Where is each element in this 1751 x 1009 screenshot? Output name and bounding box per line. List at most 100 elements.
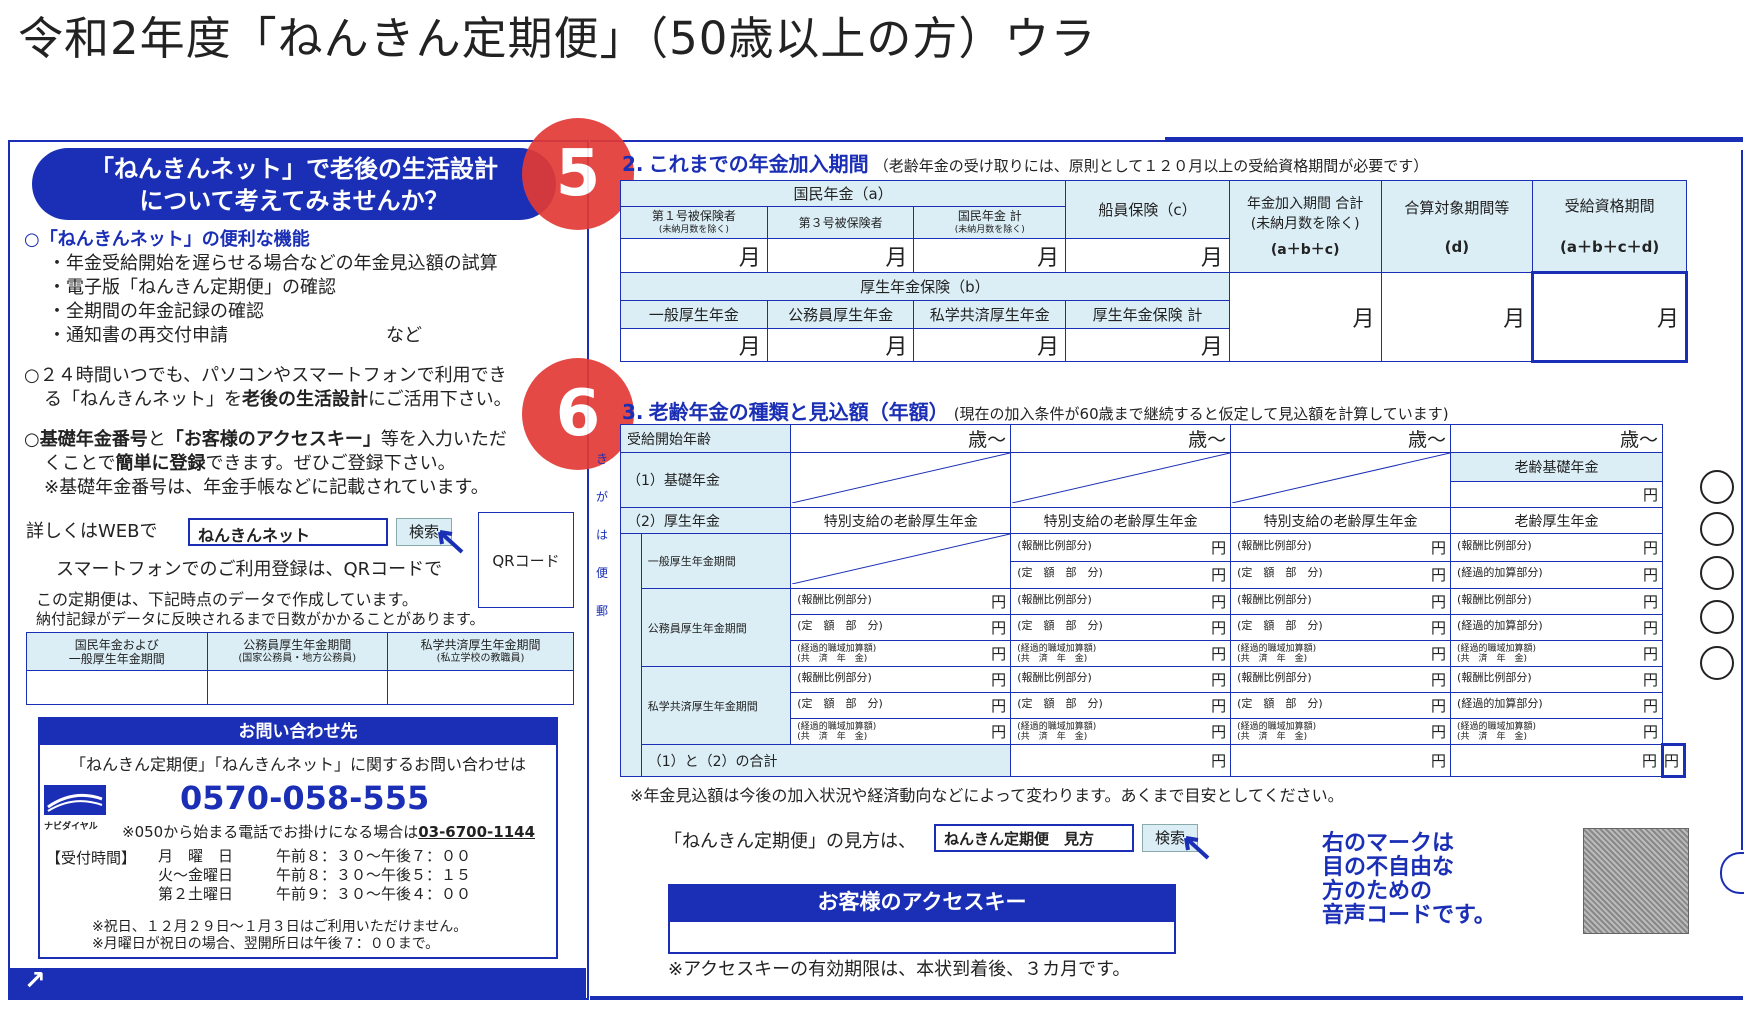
howto-label: 「ねんきん定期便」の見方は、 bbox=[664, 831, 916, 852]
ippan-slash-cell bbox=[790, 533, 1012, 589]
data-col-2-line2: (国家公務員・地方公務員) bbox=[238, 652, 357, 664]
shigaku-4-keika: (経過的加算部分) 円 bbox=[1450, 692, 1663, 719]
smartphone-text: スマートフォンでのご利用登録は、QRコードで bbox=[56, 559, 443, 580]
shigaku-3-shokuiki: 円 (経過的職域加算額) (共 済 年 金) bbox=[1230, 718, 1452, 745]
total-label-1: 年金加入期間 合計 bbox=[1246, 195, 1364, 212]
p3-line1: ○基礎年金番号と「お客様のアクセスキー」等を入力いただ bbox=[24, 428, 507, 451]
alt-phone-number[interactable]: 03-6700-1144 bbox=[418, 823, 535, 841]
ippan-3-hoshu-yen: 円 bbox=[1431, 538, 1447, 557]
ippan-2-hoshu-label: (報酬比例部分) bbox=[1017, 538, 1092, 552]
kosei-col1: 一般厚生年金 bbox=[620, 300, 768, 329]
hours-label: 【受付時間】 bbox=[46, 849, 137, 867]
data-col-3: 私学共済厚生年金期間 (私立学校の教職員) bbox=[387, 632, 574, 671]
komuin-3-hoshu-yen: 円 bbox=[1431, 593, 1447, 611]
total-yen-1: 円 bbox=[1010, 744, 1232, 777]
shigaku-3-hoshu-yen: 円 bbox=[1431, 671, 1447, 689]
kokumin-col1-label: 第１号被保険者 bbox=[651, 208, 736, 223]
navi-dial-label: ナビダイヤル bbox=[44, 822, 98, 832]
komuin-2-teigaku-label: (定 額 部 分) bbox=[1017, 619, 1103, 632]
shigaku-2-teigaku-yen: 円 bbox=[1211, 697, 1227, 715]
phone-number[interactable]: 0570-058-555 bbox=[180, 779, 429, 817]
qr-code-placeholder: QRコード bbox=[478, 512, 574, 608]
data-col-1-line1: 国民年金および bbox=[74, 637, 159, 652]
slash-4 bbox=[791, 533, 1010, 585]
komuin-4-shokuiki-l2: (共 済 年 金) bbox=[1457, 653, 1528, 664]
headline-line2: について考えてみませんか？ bbox=[139, 187, 449, 215]
kosei-month-4: 月 bbox=[1065, 328, 1230, 362]
alt-phone-note: ※050から始まる電話でお掛けになる場合は bbox=[122, 823, 419, 841]
komuin-2-shokuiki: 円 (経過的職域加算額) (共 済 年 金) bbox=[1010, 640, 1232, 667]
hours-days: 月 曜 日 火～金曜日 第２土曜日 bbox=[158, 847, 233, 904]
kiso-cell-2 bbox=[1010, 452, 1232, 508]
shigaku-label: 私学共済厚生年金期間 bbox=[640, 666, 792, 745]
hours-day-2: 火～金曜日 bbox=[158, 866, 234, 884]
komuin-1-hoshu: (報酬比例部分) 円 bbox=[790, 588, 1012, 615]
hours-day-3: 第２土曜日 bbox=[158, 885, 234, 903]
komuin-3-teigaku-yen: 円 bbox=[1431, 619, 1447, 637]
komuin-3-teigaku-label: (定 額 部 分) bbox=[1237, 619, 1323, 632]
total-yen-2: 円 bbox=[1230, 744, 1452, 777]
komuin-1-shokuiki: 円 (経過的職域加算額) (共 済 年 金) bbox=[790, 640, 1012, 667]
komuin-1-teigaku-label: (定 額 部 分) bbox=[797, 619, 883, 632]
shigaku-2-teigaku: (定 額 部 分) 円 bbox=[1010, 692, 1232, 719]
target-header: 合算対象期間等 (d) bbox=[1380, 180, 1534, 273]
qual-formula: (a＋b＋c＋d) bbox=[1560, 238, 1660, 256]
komuin-3-shokuiki-l1: (経過的職域加算額) bbox=[1237, 643, 1317, 654]
qual-header: 受給資格期間 (a＋b＋c＋d) bbox=[1532, 180, 1687, 273]
komuin-4-hoshu: (報酬比例部分) 円 bbox=[1450, 588, 1663, 615]
ippan-3-hoshu-label: (報酬比例部分) bbox=[1237, 538, 1312, 552]
total-month-cell: 月 bbox=[1228, 272, 1382, 362]
ippan-2-teigaku: (定 額 部 分) 円 bbox=[1010, 560, 1232, 589]
tokubetsu-header-1: 特別支給の老齢厚生年金 bbox=[790, 507, 1012, 534]
section2-note: （老齢年金の受け取りには、原則として１２０月以上の受給資格期間が必要です） bbox=[873, 157, 1429, 175]
data-cell-3 bbox=[387, 670, 574, 705]
section3-number: 3. bbox=[622, 400, 644, 424]
data-col-1-line2: 一般厚生年金期間 bbox=[68, 651, 165, 666]
shigaku-3-teigaku: (定 額 部 分) 円 bbox=[1230, 692, 1452, 719]
headline-bubble: 「ねんきんネット」で老後の生活設計 について考えてみませんか？ bbox=[32, 148, 556, 220]
total-formula: (a＋b＋c) bbox=[1270, 241, 1340, 258]
kokumin-col3: 国民年金 計 (未納月数を除く) bbox=[913, 206, 1067, 239]
ippan-4-keika-label: (経過的加算部分) bbox=[1457, 566, 1543, 580]
komuin-4-shokuiki: 円 (経過的職域加算額) (共 済 年 金) bbox=[1450, 640, 1663, 667]
section3-heading: 3. 老齢年金の種類と見込額（年額） (現在の加入条件が60歳まで継続すると仮定… bbox=[622, 396, 1449, 425]
web-search-input[interactable]: ねんきんネット bbox=[188, 518, 388, 546]
komuin-4-hoshu-yen: 円 bbox=[1642, 593, 1658, 611]
komuin-3-hoshu-label: (報酬比例部分) bbox=[1237, 593, 1312, 606]
month-cell-1: 月 bbox=[620, 238, 768, 273]
kokumin-col1-sub: (未納月数を除く) bbox=[658, 224, 729, 235]
shigaku-3-hoshu: (報酬比例部分) 円 bbox=[1230, 666, 1452, 693]
voice-code-text: 右のマークは 目の不自由な 方のための 音声コードです。 bbox=[1322, 832, 1496, 928]
side-text: き が は 便 郵 bbox=[596, 452, 621, 618]
komuin-3-shokuiki: 円 (経過的職域加算額) (共 済 年 金) bbox=[1230, 640, 1452, 667]
howto-search-input[interactable]: ねんきん定期便 見方 bbox=[934, 824, 1134, 852]
feature-3: ・全期間の年金記録の確認 bbox=[48, 301, 264, 322]
komuin-2-hoshu-yen: 円 bbox=[1211, 593, 1227, 611]
total-yen-4: 円 bbox=[1660, 743, 1687, 778]
komuin-2-teigaku-yen: 円 bbox=[1211, 619, 1227, 637]
shigaku-1-hoshu: (報酬比例部分) 円 bbox=[790, 666, 1012, 693]
month-cell-4: 月 bbox=[1065, 238, 1230, 273]
navi-dial-icon bbox=[44, 785, 106, 815]
navi-dial-logo: ナビダイヤル bbox=[44, 785, 106, 832]
shigaku-2-shokuiki-l1: (経過的職域加算額) bbox=[1017, 721, 1097, 732]
right-edge bbox=[1741, 150, 1743, 850]
komuin-2-hoshu-label: (報酬比例部分) bbox=[1017, 593, 1092, 606]
shigaku-4-keika-yen: 円 bbox=[1642, 697, 1658, 715]
shigaku-3-shokuiki-l2: (共 済 年 金) bbox=[1237, 731, 1308, 742]
total-label-2: (未納月数を除く) bbox=[1250, 215, 1360, 232]
braille-circle-1 bbox=[1700, 470, 1734, 504]
hours-day-1: 月 曜 日 bbox=[158, 847, 234, 865]
komuin-3-shokuiki-yen: 円 bbox=[1431, 644, 1447, 663]
kosei-label: （2）厚生年金 bbox=[619, 507, 792, 534]
feature-4: ・通知書の再交付申請 bbox=[48, 325, 228, 346]
data-cell-2 bbox=[206, 670, 388, 705]
voice-code-line4: 音声コードです。 bbox=[1322, 903, 1496, 928]
komuin-3-shokuiki-l2: (共 済 年 金) bbox=[1237, 653, 1308, 664]
section2-title: これまでの年金加入期間 bbox=[648, 152, 869, 176]
p3-line2: くことで簡単に登録できます。ぜひご登録下さい。 bbox=[44, 452, 456, 475]
kiso-label: （1）基礎年金 bbox=[619, 452, 792, 508]
section2-number: 2. bbox=[622, 152, 644, 176]
kokumin-header: 国民年金（a） bbox=[619, 180, 1067, 207]
p3-2a: くことで bbox=[44, 453, 116, 474]
